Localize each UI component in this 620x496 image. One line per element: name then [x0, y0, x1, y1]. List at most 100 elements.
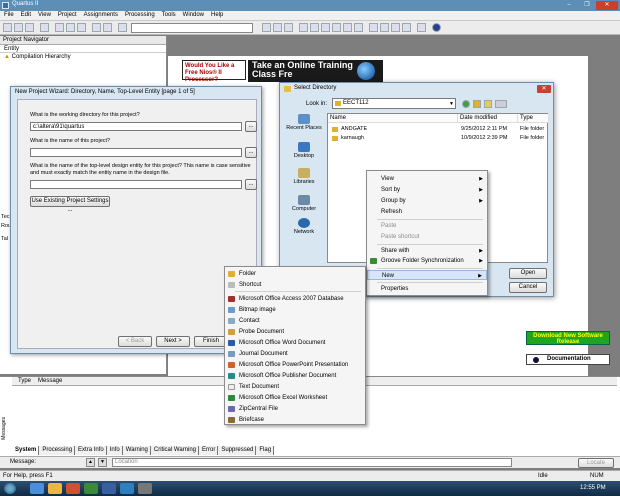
- help-icon[interactable]: [432, 23, 441, 32]
- new-word-document-item[interactable]: Microsoft Office Word Document: [225, 338, 365, 348]
- misc-taskbar-icon[interactable]: [138, 483, 152, 494]
- working-directory-input[interactable]: c:\altera\91\quartus: [30, 122, 242, 131]
- finish-button[interactable]: Finish: [194, 336, 228, 347]
- browse-directory-button[interactable]: ...: [245, 121, 257, 132]
- browse-entity-button[interactable]: ...: [245, 179, 257, 190]
- menu-assignments[interactable]: Assignments: [80, 11, 121, 18]
- look-in-dropdown[interactable]: EECT112 ▼: [332, 98, 456, 109]
- menu-item-new[interactable]: New ▶: [367, 270, 487, 280]
- timing-icon[interactable]: [343, 23, 352, 32]
- next-button[interactable]: Next >: [156, 336, 190, 347]
- quartus-taskbar-icon[interactable]: [120, 483, 134, 494]
- use-existing-settings-button[interactable]: Use Existing Project Settings ...: [30, 196, 110, 213]
- tab-tec[interactable]: Tec: [1, 214, 10, 220]
- new-briefcase-item[interactable]: Briefcase: [225, 415, 365, 425]
- tab-error[interactable]: Error: [199, 446, 219, 455]
- new-shortcut-item[interactable]: Shortcut: [225, 280, 365, 290]
- new-bitmap-item[interactable]: Bitmap image: [225, 305, 365, 315]
- media-taskbar-icon[interactable]: [66, 483, 80, 494]
- menu-help[interactable]: Help: [207, 11, 226, 18]
- report-icon[interactable]: [354, 23, 363, 32]
- entity-selector[interactable]: [131, 23, 253, 33]
- menu-item-groove-sync[interactable]: Groove Folder Synchronization ▶: [367, 256, 487, 266]
- netlist-icon[interactable]: [369, 23, 378, 32]
- place-libraries[interactable]: Libraries: [284, 168, 324, 185]
- menu-item-refresh[interactable]: Refresh: [367, 207, 487, 217]
- new-probe-document-item[interactable]: Probe Document: [225, 327, 365, 337]
- word-taskbar-icon[interactable]: [102, 483, 116, 494]
- open-button[interactable]: Open: [509, 268, 547, 279]
- chip-planner-icon[interactable]: [284, 23, 293, 32]
- tab-flag[interactable]: Flag: [256, 446, 275, 455]
- maximize-button[interactable]: ❐: [578, 1, 596, 10]
- print-icon[interactable]: [40, 23, 49, 32]
- documentation-button[interactable]: Documentation: [526, 354, 610, 365]
- new-contact-item[interactable]: Contact: [225, 316, 365, 326]
- nios-ad-banner[interactable]: Would You Like a Free Nios® II Processor…: [182, 60, 246, 83]
- tab-info[interactable]: Info: [106, 446, 123, 455]
- stop-icon[interactable]: [310, 23, 319, 32]
- next-message-icon[interactable]: ▼: [98, 458, 107, 467]
- explorer-taskbar-icon[interactable]: [48, 483, 62, 494]
- type-column-header[interactable]: Type: [18, 378, 31, 384]
- view-menu-icon[interactable]: [495, 100, 507, 108]
- new-publisher-item[interactable]: Microsoft Office Publisher Document: [225, 371, 365, 381]
- start-button-icon[interactable]: [4, 483, 16, 494]
- tab-critical-warning[interactable]: Critical Warning: [150, 446, 199, 455]
- tab-processing[interactable]: Processing: [39, 446, 76, 455]
- back-arrow-icon[interactable]: [462, 100, 470, 108]
- app-taskbar-icon[interactable]: [84, 483, 98, 494]
- file-row[interactable]: ANDGATE 9/25/2012 2:11 PM File folder: [328, 125, 549, 134]
- signaltap-icon[interactable]: [417, 23, 426, 32]
- new-journal-document-item[interactable]: Journal Document: [225, 349, 365, 359]
- place-recent-places[interactable]: Recent Places: [284, 114, 324, 131]
- place-network[interactable]: Network: [284, 218, 324, 235]
- new-folder-item[interactable]: Folder: [225, 269, 365, 279]
- close-icon[interactable]: ✕: [537, 85, 551, 93]
- menu-view[interactable]: View: [34, 11, 54, 18]
- new-access-database-item[interactable]: Microsoft Office Access 2007 Database: [225, 294, 365, 304]
- project-name-input[interactable]: [30, 148, 242, 157]
- close-button[interactable]: ✕: [596, 1, 618, 10]
- cancel-button[interactable]: Cancel: [509, 282, 547, 293]
- menu-tools[interactable]: Tools: [158, 11, 179, 18]
- up-folder-icon[interactable]: [473, 100, 481, 108]
- menu-window[interactable]: Window: [179, 11, 207, 18]
- download-software-button[interactable]: Download New Software Release: [526, 331, 610, 345]
- compile-icon[interactable]: [299, 23, 308, 32]
- pin-planner-icon[interactable]: [273, 23, 282, 32]
- menu-item-share-with[interactable]: Share with ▶: [367, 246, 487, 256]
- analysis-icon[interactable]: [321, 23, 330, 32]
- menu-item-group-by[interactable]: Group by ▶: [367, 196, 487, 206]
- menu-item-paste[interactable]: Paste: [367, 221, 487, 231]
- save-icon[interactable]: [25, 23, 34, 32]
- place-computer[interactable]: Computer: [284, 195, 324, 212]
- new-folder-icon[interactable]: [484, 100, 492, 108]
- settings-icon[interactable]: [118, 23, 127, 32]
- minimize-button[interactable]: –: [560, 1, 578, 10]
- top-level-entity-input[interactable]: [30, 180, 242, 189]
- name-column-header[interactable]: Name: [328, 114, 458, 123]
- compilation-hierarchy-item[interactable]: ▲ Compilation Hierarchy: [0, 53, 166, 62]
- location-input[interactable]: Location: [112, 458, 512, 467]
- undo-icon[interactable]: [92, 23, 101, 32]
- place-desktop[interactable]: Desktop: [284, 142, 324, 159]
- previous-message-icon[interactable]: ▲: [86, 458, 95, 467]
- menu-processing[interactable]: Processing: [121, 11, 158, 18]
- tab-extra-info[interactable]: Extra Info: [75, 446, 107, 455]
- paste-icon[interactable]: [77, 23, 86, 32]
- rtl-viewer-icon[interactable]: [380, 23, 389, 32]
- menu-item-properties[interactable]: Properties: [367, 284, 487, 294]
- technology-map-icon[interactable]: [391, 23, 400, 32]
- menu-item-sort-by[interactable]: Sort by ▶: [367, 185, 487, 195]
- copy-icon[interactable]: [66, 23, 75, 32]
- date-column-header[interactable]: Date modified: [458, 114, 518, 123]
- clock[interactable]: 12:55 PM: [580, 485, 606, 491]
- menu-item-paste-shortcut[interactable]: Paste shortcut: [367, 232, 487, 242]
- training-ad-banner[interactable]: Take an Online Training Class Fre: [248, 60, 383, 82]
- menu-item-view[interactable]: View ▶: [367, 174, 487, 184]
- menu-file[interactable]: File: [0, 11, 17, 18]
- redo-icon[interactable]: [103, 23, 112, 32]
- browse-project-button[interactable]: ...: [245, 147, 257, 158]
- menu-edit[interactable]: Edit: [17, 11, 34, 18]
